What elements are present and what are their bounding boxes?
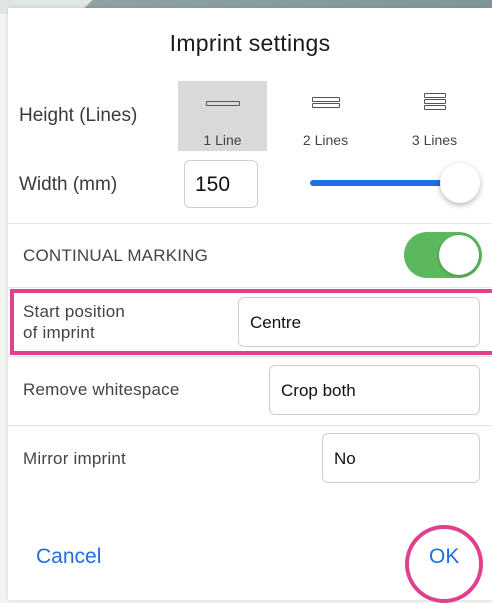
height-option-1-line[interactable]: 1 Line bbox=[178, 81, 267, 151]
remove-whitespace-select[interactable]: Crop both bbox=[269, 365, 480, 415]
height-label: Height (Lines) bbox=[19, 105, 138, 126]
cancel-button[interactable]: Cancel bbox=[36, 545, 101, 569]
imprint-settings-dialog: Imprint settings Height (Lines) 1 Line 2… bbox=[8, 8, 492, 603]
ok-button[interactable]: OK bbox=[429, 545, 459, 569]
three-lines-icon bbox=[423, 93, 446, 111]
width-label: Width (mm) bbox=[19, 174, 118, 195]
continual-marking-label: CONTINUAL MARKING bbox=[23, 246, 209, 265]
two-lines-icon bbox=[311, 95, 340, 109]
start-position-label: Start position of imprint bbox=[23, 301, 125, 343]
mirror-imprint-label: Mirror imprint bbox=[23, 449, 126, 468]
width-slider-track[interactable] bbox=[310, 180, 460, 186]
height-option-2-lines[interactable]: 2 Lines bbox=[281, 81, 370, 151]
height-option-label: 1 Line bbox=[203, 132, 242, 148]
start-position-label-line2: of imprint bbox=[23, 323, 95, 342]
start-position-label-line1: Start position bbox=[23, 302, 126, 321]
height-option-label: 2 Lines bbox=[302, 132, 349, 148]
height-option-3-lines[interactable]: 3 Lines bbox=[390, 81, 479, 151]
divider bbox=[8, 223, 492, 224]
divider bbox=[8, 425, 492, 426]
toggle-knob bbox=[439, 235, 479, 275]
height-option-label: 3 Lines bbox=[411, 132, 458, 148]
width-input[interactable]: 150 bbox=[184, 160, 258, 208]
divider bbox=[8, 287, 492, 288]
divider bbox=[8, 356, 492, 357]
start-position-select[interactable]: Centre bbox=[238, 297, 480, 347]
mirror-imprint-select[interactable]: No bbox=[322, 433, 480, 483]
continual-marking-toggle[interactable] bbox=[404, 232, 482, 278]
dialog-title: Imprint settings bbox=[169, 30, 331, 56]
width-slider-handle[interactable] bbox=[440, 163, 480, 203]
remove-whitespace-label: Remove whitespace bbox=[23, 380, 180, 399]
one-line-icon bbox=[205, 95, 240, 107]
